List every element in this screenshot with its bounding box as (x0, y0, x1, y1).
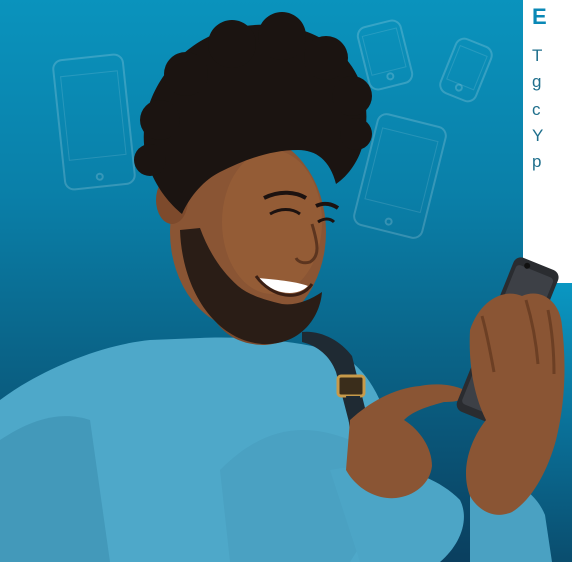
man-with-phone-photo (0, 12, 565, 562)
strap-buckle (336, 374, 366, 398)
hero-banner: E T g c Y p (0, 0, 572, 562)
